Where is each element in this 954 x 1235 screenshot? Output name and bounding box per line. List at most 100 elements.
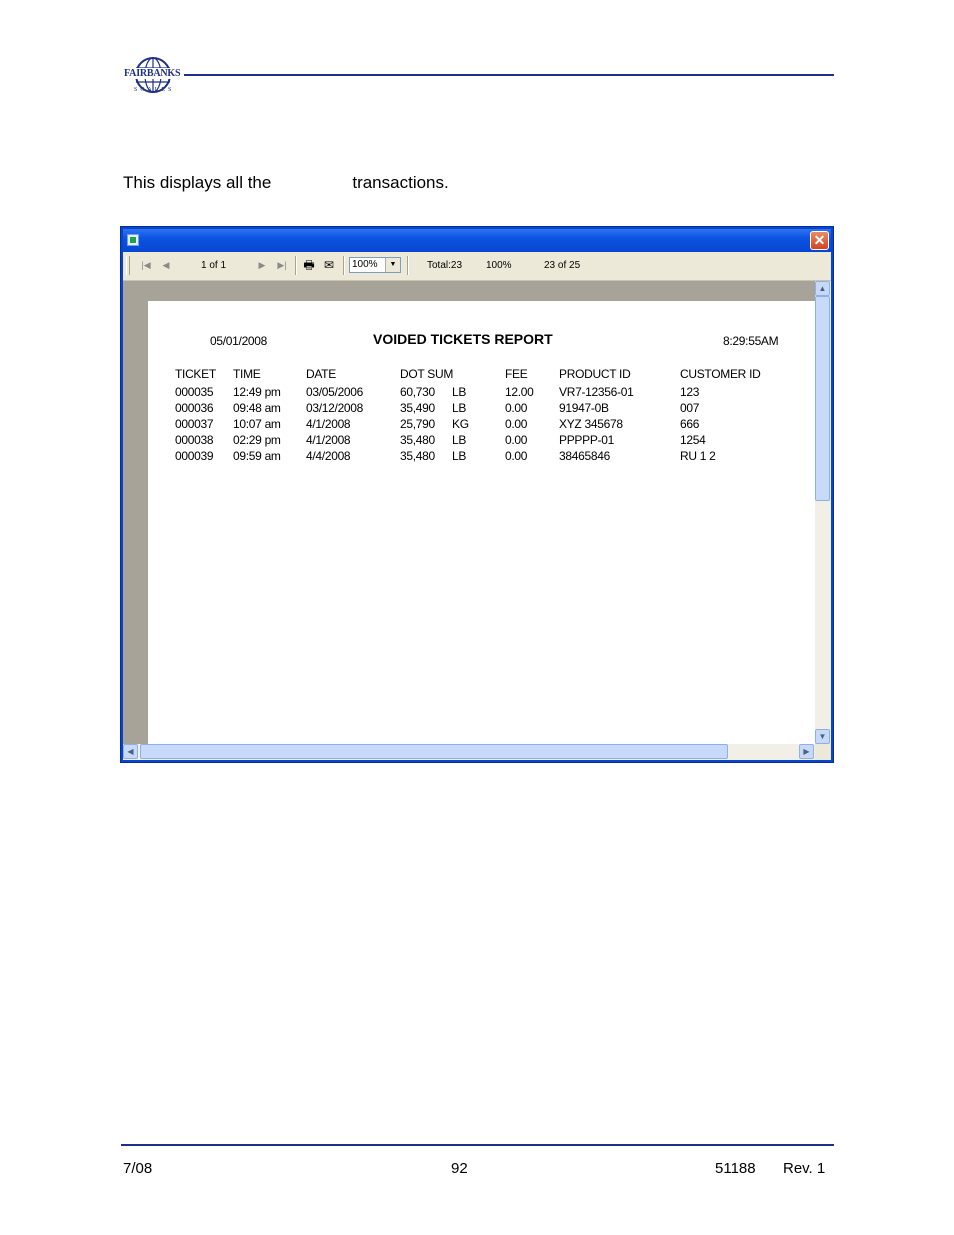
report-date: 05/01/2008 xyxy=(210,334,268,348)
title-bar[interactable]: ✕ xyxy=(123,229,831,252)
export-button[interactable]: ✉ xyxy=(321,258,337,272)
table-cell: 60,730 xyxy=(400,385,435,399)
intro-text: This displays all the transactions. xyxy=(123,173,449,193)
table-cell: XYZ 345678 xyxy=(559,417,623,431)
table-cell: 0.00 xyxy=(505,417,528,431)
horizontal-scrollbar[interactable]: ◀ ▶ xyxy=(123,744,815,760)
table-cell: 12:49 pm xyxy=(233,385,281,399)
print-button[interactable]: 🖶 xyxy=(301,258,317,272)
column-header: FEE xyxy=(505,367,528,381)
column-header: TICKET xyxy=(175,367,216,381)
chevron-down-icon[interactable]: ▼ xyxy=(385,258,400,272)
column-header: PRODUCT ID xyxy=(559,367,631,381)
table-cell: 35,480 xyxy=(400,449,435,463)
report-page: 05/01/2008 VOIDED TICKETS REPORT 8:29:55… xyxy=(148,301,815,744)
table-cell: 35,480 xyxy=(400,433,435,447)
column-header: TIME xyxy=(233,367,261,381)
table-cell: 09:48 am xyxy=(233,401,281,415)
footer-doc-number: 51188 xyxy=(715,1160,756,1177)
percent-label: 100% xyxy=(486,260,512,271)
table-cell: 666 xyxy=(680,417,700,431)
toolbar-grip[interactable] xyxy=(126,256,130,275)
chevron-down-icon: ▼ xyxy=(818,732,827,741)
table-cell: 000039 xyxy=(175,449,214,463)
toolbar-separator xyxy=(343,256,345,275)
zoom-value: 100% xyxy=(352,259,378,270)
intro-text-before: This displays all the xyxy=(123,173,272,192)
next-page-icon: ▶ xyxy=(258,260,266,270)
scroll-up-button[interactable]: ▲ xyxy=(815,281,830,296)
table-cell: 91947-0B xyxy=(559,401,609,415)
fairbanks-logo: FAIRBANKS SCALES xyxy=(122,56,184,98)
table-cell: LB xyxy=(452,401,467,415)
table-cell: LB xyxy=(452,449,467,463)
table-cell: 12.00 xyxy=(505,385,534,399)
table-cell: 000036 xyxy=(175,401,214,415)
table-cell: 1254 xyxy=(680,433,706,447)
table-cell: 000038 xyxy=(175,433,214,447)
table-cell: 0.00 xyxy=(505,449,528,463)
toolbar-separator xyxy=(295,256,297,275)
footer-date: 7/08 xyxy=(123,1160,153,1177)
record-count: 23 of 25 xyxy=(544,260,581,271)
report-toolbar: |◀ ◀ 1 of 1 ▶ ▶| 🖶 ✉ 100% ▼ Total:23 100… xyxy=(123,252,831,281)
table-cell: 0.00 xyxy=(505,433,528,447)
intro-text-after: transactions. xyxy=(352,173,449,192)
footer-rule xyxy=(121,1144,834,1146)
table-cell: 02:29 pm xyxy=(233,433,281,447)
scroll-left-button[interactable]: ◀ xyxy=(123,744,138,759)
column-header: DOT SUM xyxy=(400,367,454,381)
zoom-select[interactable]: 100% ▼ xyxy=(349,257,401,273)
first-page-button[interactable]: |◀ xyxy=(139,258,153,272)
table-cell: 4/1/2008 xyxy=(306,417,351,431)
logo-subtext: SCALES xyxy=(134,87,175,93)
header-rule xyxy=(184,74,834,76)
scrollbar-corner xyxy=(815,744,831,760)
vertical-scroll-thumb[interactable] xyxy=(815,296,830,501)
report-viewport[interactable]: 05/01/2008 VOIDED TICKETS REPORT 8:29:55… xyxy=(123,281,815,744)
close-button[interactable]: ✕ xyxy=(810,231,829,250)
table-cell: LB xyxy=(452,385,467,399)
export-icon: ✉ xyxy=(323,258,335,272)
next-page-button[interactable]: ▶ xyxy=(255,258,269,272)
table-cell: 4/4/2008 xyxy=(306,449,351,463)
vertical-scrollbar[interactable]: ▲ ▼ xyxy=(815,281,831,744)
page-indicator: 1 of 1 xyxy=(201,260,227,271)
table-cell: 123 xyxy=(680,385,700,399)
logo-wordmark: FAIRBANKS xyxy=(123,68,182,79)
previous-page-button[interactable]: ◀ xyxy=(159,258,173,272)
table-cell: LB xyxy=(452,433,467,447)
table-cell: 000035 xyxy=(175,385,214,399)
table-cell: 10:07 am xyxy=(233,417,281,431)
previous-page-icon: ◀ xyxy=(162,260,170,270)
total-label: Total:23 xyxy=(427,260,463,271)
table-cell: 38465846 xyxy=(559,449,610,463)
last-page-icon: ▶| xyxy=(277,260,287,270)
table-cell: 007 xyxy=(680,401,700,415)
report-time: 8:29:55AM xyxy=(723,334,779,348)
report-viewer-window: ✕ |◀ ◀ 1 of 1 ▶ ▶| 🖶 ✉ 100% ▼ Total:23 1… xyxy=(120,226,834,763)
toolbar-separator xyxy=(407,256,409,275)
table-cell: 35,490 xyxy=(400,401,435,415)
footer-revision: Rev. 1 xyxy=(783,1160,826,1177)
chevron-up-icon: ▲ xyxy=(818,284,827,293)
table-cell: KG xyxy=(452,417,469,431)
column-header: DATE xyxy=(306,367,336,381)
scroll-down-button[interactable]: ▼ xyxy=(815,729,830,744)
table-cell: 09:59 am xyxy=(233,449,281,463)
scroll-right-button[interactable]: ▶ xyxy=(799,744,814,759)
app-icon[interactable] xyxy=(127,234,139,246)
table-cell: 4/1/2008 xyxy=(306,433,351,447)
printer-icon: 🖶 xyxy=(303,258,315,272)
last-page-button[interactable]: ▶| xyxy=(275,258,289,272)
table-cell: 0.00 xyxy=(505,401,528,415)
footer-page-number: 92 xyxy=(451,1160,468,1177)
horizontal-scroll-thumb[interactable] xyxy=(140,744,728,759)
table-cell: 03/05/2006 xyxy=(306,385,364,399)
chevron-right-icon: ▶ xyxy=(803,747,810,756)
table-cell: 000037 xyxy=(175,417,214,431)
table-cell: PPPPP-01 xyxy=(559,433,614,447)
report-title: VOIDED TICKETS REPORT xyxy=(373,331,553,347)
table-cell: 03/12/2008 xyxy=(306,401,364,415)
table-cell: RU 1 2 xyxy=(680,449,716,463)
